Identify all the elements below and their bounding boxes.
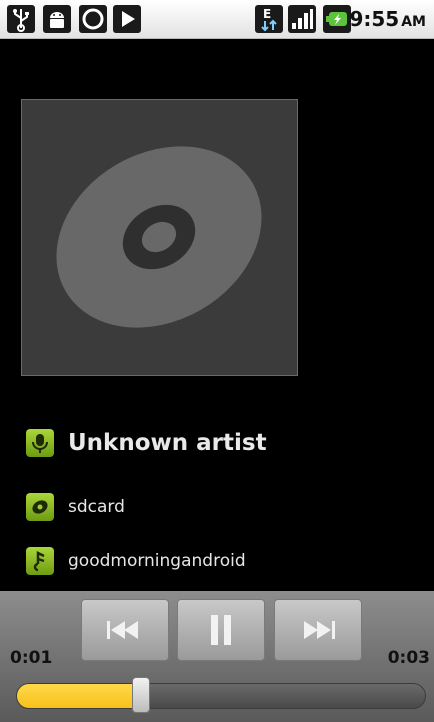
battery-charging-icon [323,5,351,33]
seek-bar[interactable] [16,683,426,709]
album-name: sdcard [68,497,125,517]
network-type-label: E [263,7,271,21]
usb-icon [7,5,35,33]
previous-icon [107,621,138,639]
album-icon [26,493,54,521]
sync-icon [79,5,107,33]
data-network-icon: E [255,5,283,33]
playback-controls: 0:01 0:03 [0,591,434,722]
artist-name: Unknown artist [68,430,267,456]
album-art [21,99,298,376]
clock: 9:55 AM [349,7,426,31]
signal-icon [288,5,316,33]
status-bar: E 9:55 AM [0,0,434,39]
android-debug-icon [43,5,71,33]
previous-button[interactable] [81,599,169,661]
cd-disc-icon [56,146,262,328]
seek-progress [17,684,144,708]
music-note-icon [26,547,54,575]
track-row: goodmorningandroid [26,547,246,575]
clock-ampm: AM [401,14,426,30]
microphone-icon [26,429,54,457]
clock-time: 9:55 [349,7,400,31]
track-title: goodmorningandroid [68,551,246,571]
next-icon [304,621,335,639]
next-button[interactable] [274,599,362,661]
play-notification-icon [113,5,141,33]
current-time: 0:01 [10,648,53,668]
pause-icon [211,615,231,645]
seek-thumb[interactable] [132,677,150,713]
pause-button[interactable] [177,599,265,661]
total-time: 0:03 [387,648,430,668]
album-row: sdcard [26,493,125,521]
artist-row: Unknown artist [26,429,267,457]
